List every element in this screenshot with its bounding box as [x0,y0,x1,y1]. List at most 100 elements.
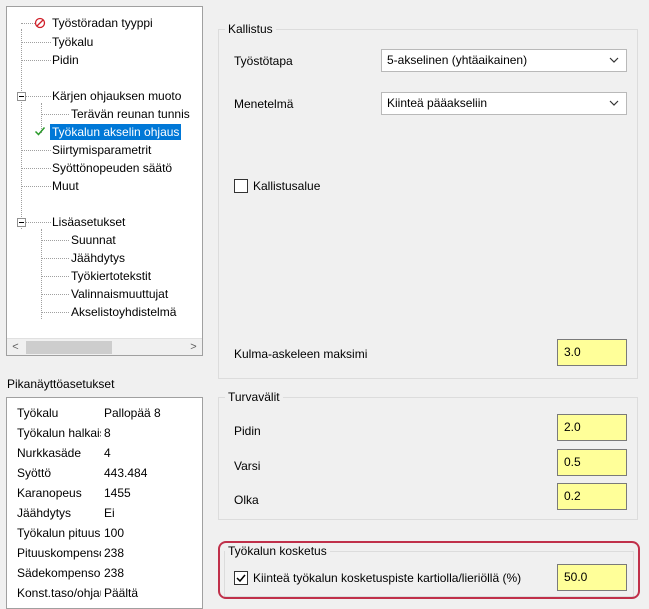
quick-setting-row: Karanopeus 1455 [17,483,202,503]
tree-item-label: Kärjen ohjauksen muoto [52,89,182,103]
tree-item-label: Pidin [52,53,79,67]
tree-item-holder[interactable]: Pidin [52,51,79,69]
setting-value: Päältä [104,586,139,600]
setting-value: 1455 [104,486,131,500]
setting-value: 238 [104,546,125,560]
tree-item-feedrate[interactable]: Syöttönopeuden säätö [52,159,172,177]
scroll-right-icon[interactable]: > [185,339,202,355]
chevron-down-icon [609,57,619,63]
tree-connector [21,186,51,187]
quick-setting-row: Työkalun pituus 100 [17,523,202,543]
setting-value: 238 [104,566,125,580]
chevron-down-icon [609,100,619,106]
tree-item-cycle-texts[interactable]: Työkiertotekstit [71,267,151,285]
tree-item-tip-control[interactable]: Kärjen ohjauksen muoto [52,87,181,105]
setting-key: Työkalu [17,406,59,420]
tree-item-tool-axis-control[interactable]: Työkalun akselin ohjaus [50,123,182,141]
setting-key: Jäähdytys [17,506,72,520]
tree-item-label: Terävän reunan tunnis [71,107,190,121]
scroll-left-icon[interactable]: < [7,339,24,355]
tilt-group: Kallistus Työstötapa 5-akselinen (yhtäai… [218,21,638,379]
holder-clearance-label: Pidin [234,424,261,438]
tree-connector [41,240,69,241]
tree-item-directions[interactable]: Suunnat [71,231,116,249]
setting-key: Sädekompensointi [17,566,101,580]
setting-key: Työkalun pituus [17,526,101,540]
method-label: Menetelmä [234,97,294,111]
shoulder-clearance-input[interactable]: 0.2 [557,483,627,510]
quick-setting-row: Sädekompensointi238 [17,563,202,583]
setting-value: 100 [104,526,125,540]
setting-key: Konst.taso/ohjaus [17,586,101,600]
tree-item-sharp-edge[interactable]: Terävän reunan tunnis [71,105,190,123]
setting-key: Karanopeus [17,486,82,500]
shank-clearance-input[interactable]: 0.5 [557,449,627,476]
tree-connector [41,276,69,277]
tree-item-label: Jäähdytys [71,251,126,265]
tree-connector [41,229,42,319]
error-icon [34,17,46,29]
tree-item-other[interactable]: Muut [52,177,79,195]
setting-key: Pituuskompensointi [17,546,101,560]
tree-item-label: Työkalun akselin ohjaus [50,124,182,140]
tree-item-links[interactable]: Siirtymisparametrit [52,141,151,159]
tree-item-label: Suunnat [71,233,116,247]
tree-connector [21,42,51,43]
quick-setting-row: Jäähdytys Ei [17,503,202,523]
method-value: Kiinteä pääakseliin [387,96,488,110]
tree-connector [41,258,69,259]
horizontal-scrollbar[interactable]: < > [7,338,202,355]
tilt-range-label: Kallistusalue [253,179,321,193]
setting-key: Nurkkasäde [17,446,82,460]
setting-value: Pallopää 8 [104,406,161,420]
tree-connector [21,29,22,229]
tree-connector [41,312,69,313]
quick-settings-list: Työkalu Pallopää 8 Työkalun halkaisija8 N… [6,397,203,609]
tree-item-toolpath-type[interactable]: Työstöradan tyyppi [52,14,153,32]
tilt-range-checkbox[interactable] [234,179,248,193]
shoulder-clearance-label: Olka [234,493,259,507]
quick-setting-row: Pituuskompensointi238 [17,543,202,563]
method-select[interactable]: Kiinteä pääakseliin [381,92,627,115]
scroll-thumb[interactable] [26,341,112,354]
tree-item-label: Lisäasetukset [52,215,126,229]
clearances-group: Turvavälit Pidin 2.0 Varsi 0.5 Olka 0.2 [218,389,638,520]
tree-item-coolant[interactable]: Jäähdytys [71,249,125,267]
setting-value: 4 [104,446,111,460]
tree-connector [21,150,51,151]
setting-value: Ei [104,506,115,520]
machining-mode-select[interactable]: 5-akselinen (yhtäaikainen) [381,49,627,72]
collapse-icon[interactable] [17,92,26,101]
machining-mode-label: Työstötapa [234,54,293,68]
tree-item-label: Akselistoyhdistelmä [71,305,177,319]
max-angle-step-input[interactable]: 3.0 [557,339,627,366]
tree-connector [41,294,69,295]
tree-connector [41,114,69,115]
tree-item-label: Valinnaismuuttujat [71,287,169,301]
quick-settings-title: Pikanäyttöasetukset [7,377,115,391]
tree-item-label: Syöttönopeuden säätö [52,161,173,175]
clearances-group-title: Turvavälit [225,389,283,405]
quick-setting-row: Konst.taso/ohjausPäältä [17,583,202,603]
tree-item-label: Siirtymisparametrit [52,143,152,157]
setting-value: 443.484 [104,466,148,480]
tilt-group-title: Kallistus [225,21,276,37]
highlight-outline [218,541,640,599]
tree-item-label: Työstöradan tyyppi [52,16,153,30]
machining-mode-value: 5-akselinen (yhtäaikainen) [387,53,528,67]
tree-item-axis-combination[interactable]: Akselistoyhdistelmä [71,303,176,321]
settings-tree[interactable]: Työstöradan tyyppi Työkalu Pidin Kärjen … [6,6,203,356]
tree-item-advanced[interactable]: Lisäasetukset [52,213,125,231]
holder-clearance-input[interactable]: 2.0 [557,414,627,441]
tree-item-label: Muut [52,179,79,193]
tree-connector [21,60,51,61]
setting-key: Syöttö [17,466,52,480]
tree-item-label: Työkiertotekstit [71,269,152,283]
quick-setting-row: Työkalun halkaisija8 [17,423,202,443]
checkmark-icon [34,127,46,136]
tree-item-tool[interactable]: Työkalu [52,33,93,51]
setting-value: 8 [104,426,111,440]
collapse-icon[interactable] [17,218,26,227]
tree-item-optional-vars[interactable]: Valinnaismuuttujat [71,285,168,303]
tree-connector [21,168,51,169]
